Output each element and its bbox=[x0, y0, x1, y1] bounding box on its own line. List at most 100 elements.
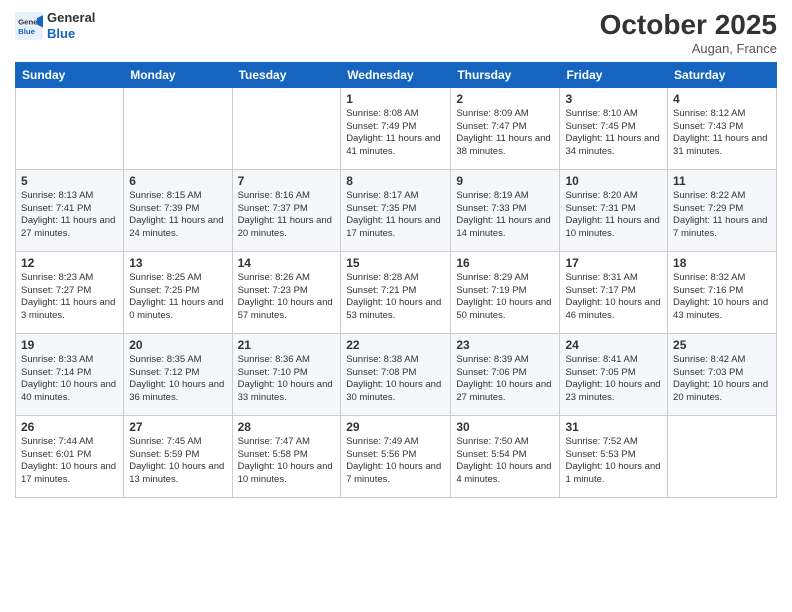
calendar-week-1: 1 Sunrise: 8:08 AM Sunset: 7:49 PM Daylig… bbox=[16, 87, 777, 169]
col-saturday: Saturday bbox=[668, 62, 777, 87]
calendar-cell: 15Sunrise: 8:28 AM Sunset: 7:21 PM Dayli… bbox=[341, 251, 451, 333]
calendar-table: Sunday Monday Tuesday Wednesday Thursday… bbox=[15, 62, 777, 498]
day-number: 26 bbox=[21, 420, 118, 434]
calendar-cell: 8Sunrise: 8:17 AM Sunset: 7:35 PM Daylig… bbox=[341, 169, 451, 251]
day-info: Sunrise: 7:52 AM Sunset: 5:53 PM Dayligh… bbox=[565, 436, 662, 487]
header: General Blue General Blue October 2025 A… bbox=[15, 10, 777, 56]
day-number: 7 bbox=[238, 174, 336, 188]
logo: General Blue General Blue bbox=[15, 10, 95, 41]
day-number: 6 bbox=[129, 174, 226, 188]
day-info: Sunrise: 8:35 AM Sunset: 7:12 PM Dayligh… bbox=[129, 354, 226, 405]
day-info: Sunrise: 8:20 AM Sunset: 7:31 PM Dayligh… bbox=[565, 190, 662, 241]
calendar-cell: 9Sunrise: 8:19 AM Sunset: 7:33 PM Daylig… bbox=[451, 169, 560, 251]
day-info: Sunrise: 8:42 AM Sunset: 7:03 PM Dayligh… bbox=[673, 354, 771, 405]
day-info: Sunrise: 8:28 AM Sunset: 7:21 PM Dayligh… bbox=[346, 272, 445, 323]
calendar-cell: 17 Sunrise: 8:31 AM Sunset: 7:17 PM Dayli… bbox=[560, 251, 668, 333]
day-number: 28 bbox=[238, 420, 336, 434]
col-thursday: Thursday bbox=[451, 62, 560, 87]
day-info: Sunrise: 8:19 AM Sunset: 7:33 PM Dayligh… bbox=[456, 190, 554, 241]
calendar-cell: 2 Sunrise: 8:09 AM Sunset: 7:47 PM Daylig… bbox=[451, 87, 560, 169]
day-number: 22 bbox=[346, 338, 445, 352]
day-info: Sunrise: 8:31 AM Sunset: 7:17 PM Dayligh… bbox=[565, 272, 662, 323]
calendar-cell: 12 Sunrise: 8:23 AM Sunset: 7:27 PM Dayli… bbox=[16, 251, 124, 333]
calendar-cell: 1 Sunrise: 8:08 AM Sunset: 7:49 PM Daylig… bbox=[341, 87, 451, 169]
day-info: Sunrise: 8:36 AM Sunset: 7:10 PM Dayligh… bbox=[238, 354, 336, 405]
day-number: 12 bbox=[21, 256, 118, 270]
day-info: Sunrise: 8:23 AM Sunset: 7:27 PM Dayligh… bbox=[21, 272, 118, 323]
calendar-week-5: 26 Sunrise: 7:44 AM Sunset: 6:01 PM Dayli… bbox=[16, 415, 777, 497]
day-number: 14 bbox=[238, 256, 336, 270]
calendar-cell: 28 Sunrise: 7:47 AM Sunset: 5:58 PM Dayli… bbox=[232, 415, 341, 497]
day-number: 5 bbox=[21, 174, 118, 188]
day-number: 13 bbox=[129, 256, 226, 270]
day-info: Sunrise: 8:32 AM Sunset: 7:16 PM Dayligh… bbox=[673, 272, 771, 323]
day-info: Sunrise: 7:50 AM Sunset: 5:54 PM Dayligh… bbox=[456, 436, 554, 487]
svg-text:Blue: Blue bbox=[18, 26, 36, 35]
day-number: 24 bbox=[565, 338, 662, 352]
calendar-cell: 11Sunrise: 8:22 AM Sunset: 7:29 PM Dayli… bbox=[668, 169, 777, 251]
day-info: Sunrise: 8:09 AM Sunset: 7:47 PM Dayligh… bbox=[456, 108, 554, 159]
col-monday: Monday bbox=[124, 62, 232, 87]
title-block: October 2025 Augan, France bbox=[600, 10, 777, 56]
day-info: Sunrise: 8:13 AM Sunset: 7:41 PM Dayligh… bbox=[21, 190, 118, 241]
calendar-cell: 30 Sunrise: 7:50 AM Sunset: 5:54 PM Dayli… bbox=[451, 415, 560, 497]
day-number: 4 bbox=[673, 92, 771, 106]
col-tuesday: Tuesday bbox=[232, 62, 341, 87]
calendar-cell: 26 Sunrise: 7:44 AM Sunset: 6:01 PM Dayli… bbox=[16, 415, 124, 497]
calendar-cell: 22 Sunrise: 8:38 AM Sunset: 7:08 PM Dayli… bbox=[341, 333, 451, 415]
day-info: Sunrise: 8:39 AM Sunset: 7:06 PM Dayligh… bbox=[456, 354, 554, 405]
calendar-week-4: 19Sunrise: 8:33 AM Sunset: 7:14 PM Dayli… bbox=[16, 333, 777, 415]
calendar-cell: 13Sunrise: 8:25 AM Sunset: 7:25 PM Dayli… bbox=[124, 251, 232, 333]
day-number: 2 bbox=[456, 92, 554, 106]
day-info: Sunrise: 8:15 AM Sunset: 7:39 PM Dayligh… bbox=[129, 190, 226, 241]
calendar-cell: 27 Sunrise: 7:45 AM Sunset: 5:59 PM Dayli… bbox=[124, 415, 232, 497]
day-number: 30 bbox=[456, 420, 554, 434]
calendar-cell: 14 Sunrise: 8:26 AM Sunset: 7:23 PM Dayli… bbox=[232, 251, 341, 333]
day-number: 31 bbox=[565, 420, 662, 434]
col-sunday: Sunday bbox=[16, 62, 124, 87]
logo-text-line2: Blue bbox=[47, 26, 95, 42]
day-number: 25 bbox=[673, 338, 771, 352]
calendar-cell: 25 Sunrise: 8:42 AM Sunset: 7:03 PM Dayli… bbox=[668, 333, 777, 415]
day-number: 3 bbox=[565, 92, 662, 106]
calendar-week-3: 12 Sunrise: 8:23 AM Sunset: 7:27 PM Dayli… bbox=[16, 251, 777, 333]
day-info: Sunrise: 7:47 AM Sunset: 5:58 PM Dayligh… bbox=[238, 436, 336, 487]
day-info: Sunrise: 7:44 AM Sunset: 6:01 PM Dayligh… bbox=[21, 436, 118, 487]
calendar-cell: 29 Sunrise: 7:49 AM Sunset: 5:56 PM Dayli… bbox=[341, 415, 451, 497]
calendar-cell: 6 Sunrise: 8:15 AM Sunset: 7:39 PM Daylig… bbox=[124, 169, 232, 251]
day-number: 27 bbox=[129, 420, 226, 434]
day-number: 10 bbox=[565, 174, 662, 188]
calendar-cell: 31 Sunrise: 7:52 AM Sunset: 5:53 PM Dayli… bbox=[560, 415, 668, 497]
calendar-cell: 23Sunrise: 8:39 AM Sunset: 7:06 PM Dayli… bbox=[451, 333, 560, 415]
day-info: Sunrise: 7:45 AM Sunset: 5:59 PM Dayligh… bbox=[129, 436, 226, 487]
day-info: Sunrise: 8:38 AM Sunset: 7:08 PM Dayligh… bbox=[346, 354, 445, 405]
day-number: 18 bbox=[673, 256, 771, 270]
day-number: 17 bbox=[565, 256, 662, 270]
day-info: Sunrise: 7:49 AM Sunset: 5:56 PM Dayligh… bbox=[346, 436, 445, 487]
calendar-cell: 24Sunrise: 8:41 AM Sunset: 7:05 PM Dayli… bbox=[560, 333, 668, 415]
day-info: Sunrise: 8:22 AM Sunset: 7:29 PM Dayligh… bbox=[673, 190, 771, 241]
day-number: 29 bbox=[346, 420, 445, 434]
calendar-header-row: Sunday Monday Tuesday Wednesday Thursday… bbox=[16, 62, 777, 87]
day-number: 19 bbox=[21, 338, 118, 352]
day-number: 1 bbox=[346, 92, 445, 106]
calendar-cell bbox=[668, 415, 777, 497]
month-title: October 2025 bbox=[600, 10, 777, 41]
day-info: Sunrise: 8:10 AM Sunset: 7:45 PM Dayligh… bbox=[565, 108, 662, 159]
calendar-cell: 4Sunrise: 8:12 AM Sunset: 7:43 PM Daylig… bbox=[668, 87, 777, 169]
day-number: 16 bbox=[456, 256, 554, 270]
day-info: Sunrise: 8:16 AM Sunset: 7:37 PM Dayligh… bbox=[238, 190, 336, 241]
calendar-week-2: 5 Sunrise: 8:13 AM Sunset: 7:41 PM Daylig… bbox=[16, 169, 777, 251]
calendar-cell bbox=[232, 87, 341, 169]
day-info: Sunrise: 8:26 AM Sunset: 7:23 PM Dayligh… bbox=[238, 272, 336, 323]
calendar-cell: 18 Sunrise: 8:32 AM Sunset: 7:16 PM Dayli… bbox=[668, 251, 777, 333]
logo-icon: General Blue bbox=[15, 12, 43, 40]
calendar-cell: 5 Sunrise: 8:13 AM Sunset: 7:41 PM Daylig… bbox=[16, 169, 124, 251]
day-info: Sunrise: 8:08 AM Sunset: 7:49 PM Dayligh… bbox=[346, 108, 445, 159]
calendar-cell: 16 Sunrise: 8:29 AM Sunset: 7:19 PM Dayli… bbox=[451, 251, 560, 333]
col-wednesday: Wednesday bbox=[341, 62, 451, 87]
day-number: 8 bbox=[346, 174, 445, 188]
day-info: Sunrise: 8:29 AM Sunset: 7:19 PM Dayligh… bbox=[456, 272, 554, 323]
calendar-cell: 21Sunrise: 8:36 AM Sunset: 7:10 PM Dayli… bbox=[232, 333, 341, 415]
logo-text-line1: General bbox=[47, 10, 95, 26]
